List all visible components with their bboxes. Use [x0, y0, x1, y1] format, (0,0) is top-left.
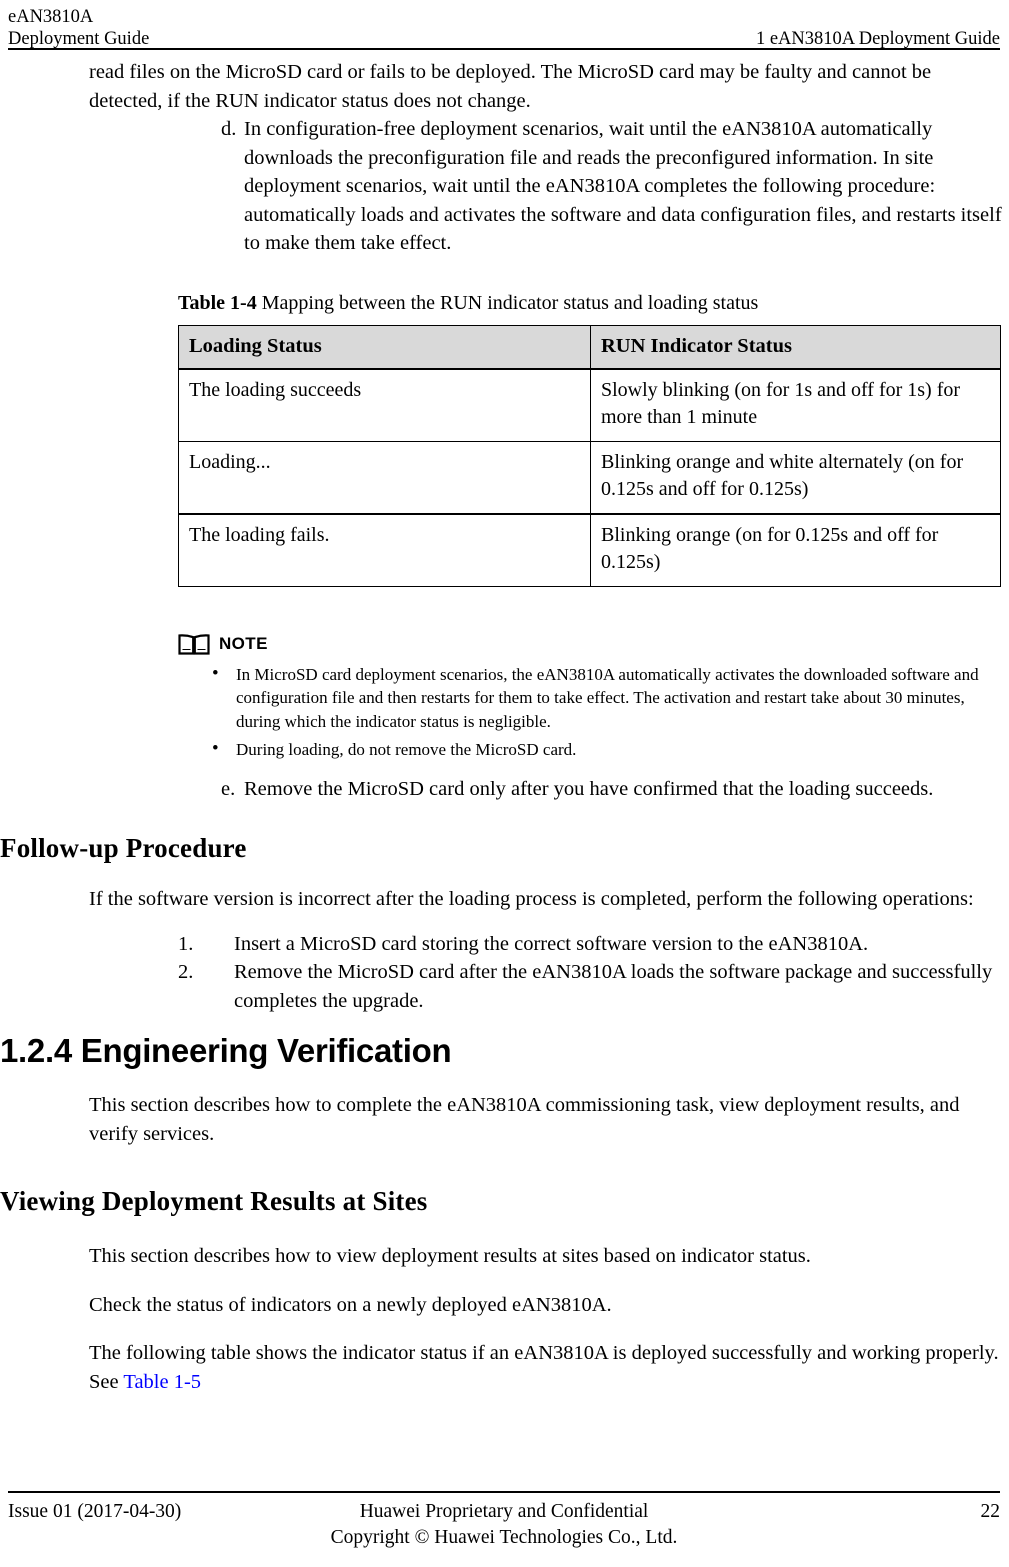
viewing-paragraph-3-text: The following table shows the indicator …: [89, 1342, 999, 1393]
page-header: eAN3810A Deployment Guide 1 eAN3810A Depl…: [8, 6, 1000, 50]
table-row: The loading succeeds Slowly blinking (on…: [178, 368, 1001, 442]
cell-run-indicator-status: Blinking orange and white alternately (o…: [590, 440, 1001, 514]
step-e-marker: e.: [221, 777, 236, 800]
table-caption-label: Table 1-4: [178, 291, 257, 314]
table-header-row: Loading Status RUN Indicator Status: [178, 324, 1001, 370]
step-e-text: Remove the MicroSD card only after you h…: [244, 777, 934, 800]
continued-paragraph-wrap: read files on the MicroSD card or fails …: [89, 58, 1009, 115]
column-header-loading-status: Loading Status: [178, 324, 591, 370]
footer-primary-row: Issue 01 (2017-04-30) Huawei Proprietary…: [8, 1499, 1000, 1525]
table-1-5-crossref-link[interactable]: Table 1-5: [123, 1371, 201, 1393]
followup-steps: 1. Insert a MicroSD card storing the cor…: [178, 930, 1002, 1016]
step-1-marker: 1.: [178, 932, 194, 955]
table-caption-text: Mapping between the RUN indicator status…: [261, 291, 759, 314]
cell-loading-status: Loading...: [178, 440, 591, 514]
continued-paragraph: read files on the MicroSD card or fails …: [89, 61, 932, 112]
viewing-paragraph-1: This section describes how to view deplo…: [89, 1245, 811, 1267]
step-2-marker: 2.: [178, 961, 194, 983]
step-2-text: Remove the MicroSD card after the eAN381…: [234, 961, 993, 1012]
open-book-icon: [178, 633, 210, 655]
followup-intro-wrap: If the software version is incorrect aft…: [89, 885, 1009, 914]
document-page: eAN3810A Deployment Guide 1 eAN3810A Depl…: [0, 0, 1009, 1567]
table-1-4-block: Table 1-4 Mapping between the RUN indica…: [178, 290, 1002, 587]
list-item: e. Remove the MicroSD card only after yo…: [178, 775, 1002, 804]
section-1-2-4-paragraph-wrap: This section describes how to complete t…: [89, 1091, 1009, 1148]
viewing-paragraph-3: The following table shows the indicator …: [89, 1339, 1009, 1396]
cell-run-indicator-status: Slowly blinking (on for 1s and off for 1…: [590, 368, 1001, 442]
step-1-text: Insert a MicroSD card storing the correc…: [234, 932, 869, 955]
table-caption: Table 1-4 Mapping between the RUN indica…: [178, 290, 1002, 316]
step-e-row-wrap: e. Remove the MicroSD card only after yo…: [178, 775, 1002, 804]
followup-intro-paragraph: If the software version is incorrect aft…: [89, 888, 974, 910]
header-doc-subtitle: Deployment Guide: [8, 29, 150, 49]
header-left-title: eAN3810A Deployment Guide: [8, 6, 149, 50]
note-list: In MicroSD card deployment scenarios, th…: [178, 662, 1002, 762]
footer-issue: Issue 01 (2017-04-30): [8, 1501, 182, 1522]
note-label: NOTE: [219, 633, 268, 653]
step-d-marker: d.: [221, 118, 237, 140]
header-chapter-title: 1 eAN3810A Deployment Guide: [755, 29, 1000, 49]
footer-copyright: Copyright © Huawei Technologies Co., Ltd…: [330, 1527, 678, 1548]
cell-loading-status: The loading fails.: [178, 512, 591, 587]
run-indicator-table: Loading Status RUN Indicator Status The …: [178, 324, 1001, 587]
viewing-paragraphs: This section describes how to view deplo…: [89, 1242, 1009, 1396]
viewing-paragraph-2: Check the status of indicators on a newl…: [89, 1293, 612, 1316]
table-row: Loading... Blinking orange and white alt…: [178, 440, 1001, 514]
cell-run-indicator-status: Blinking orange (on for 0.125s and off f…: [590, 512, 1001, 587]
page-content: read files on the MicroSD card or fails …: [0, 58, 1009, 1396]
cell-loading-status: The loading succeeds: [178, 368, 591, 442]
table-row: The loading fails. Blinking orange (on f…: [178, 512, 1001, 587]
page-footer: Issue 01 (2017-04-30) Huawei Proprietary…: [8, 1491, 1000, 1553]
column-header-run-indicator-status: RUN Indicator Status: [590, 324, 1001, 370]
list-item: 1. Insert a MicroSD card storing the cor…: [178, 930, 1002, 959]
footer-page-number: 22: [980, 1501, 1001, 1522]
heading-follow-up-procedure: Follow-up Procedure: [0, 833, 247, 863]
note-callout: NOTE In MicroSD card deployment scenario…: [178, 631, 1002, 762]
list-item: d. In configuration-free deployment scen…: [178, 115, 1002, 258]
section-1-2-4-paragraph: This section describes how to complete t…: [89, 1094, 960, 1145]
note-list-item: During loading, do not remove the MicroS…: [178, 737, 1002, 762]
note-header: NOTE: [178, 631, 1002, 657]
list-item: 2. Remove the MicroSD card after the eAN…: [178, 958, 1002, 1015]
header-doc-name: eAN3810A: [8, 7, 94, 27]
heading-viewing-deployment-results: Viewing Deployment Results at Sites: [0, 1186, 428, 1216]
step-d-row-wrap: d. In configuration-free deployment scen…: [178, 115, 1002, 258]
heading-section-1-2-4: 1.2.4 Engineering Verification: [0, 1032, 452, 1069]
step-d-text: In configuration-free deployment scenari…: [244, 118, 1002, 254]
note-list-item: In MicroSD card deployment scenarios, th…: [178, 662, 1002, 734]
